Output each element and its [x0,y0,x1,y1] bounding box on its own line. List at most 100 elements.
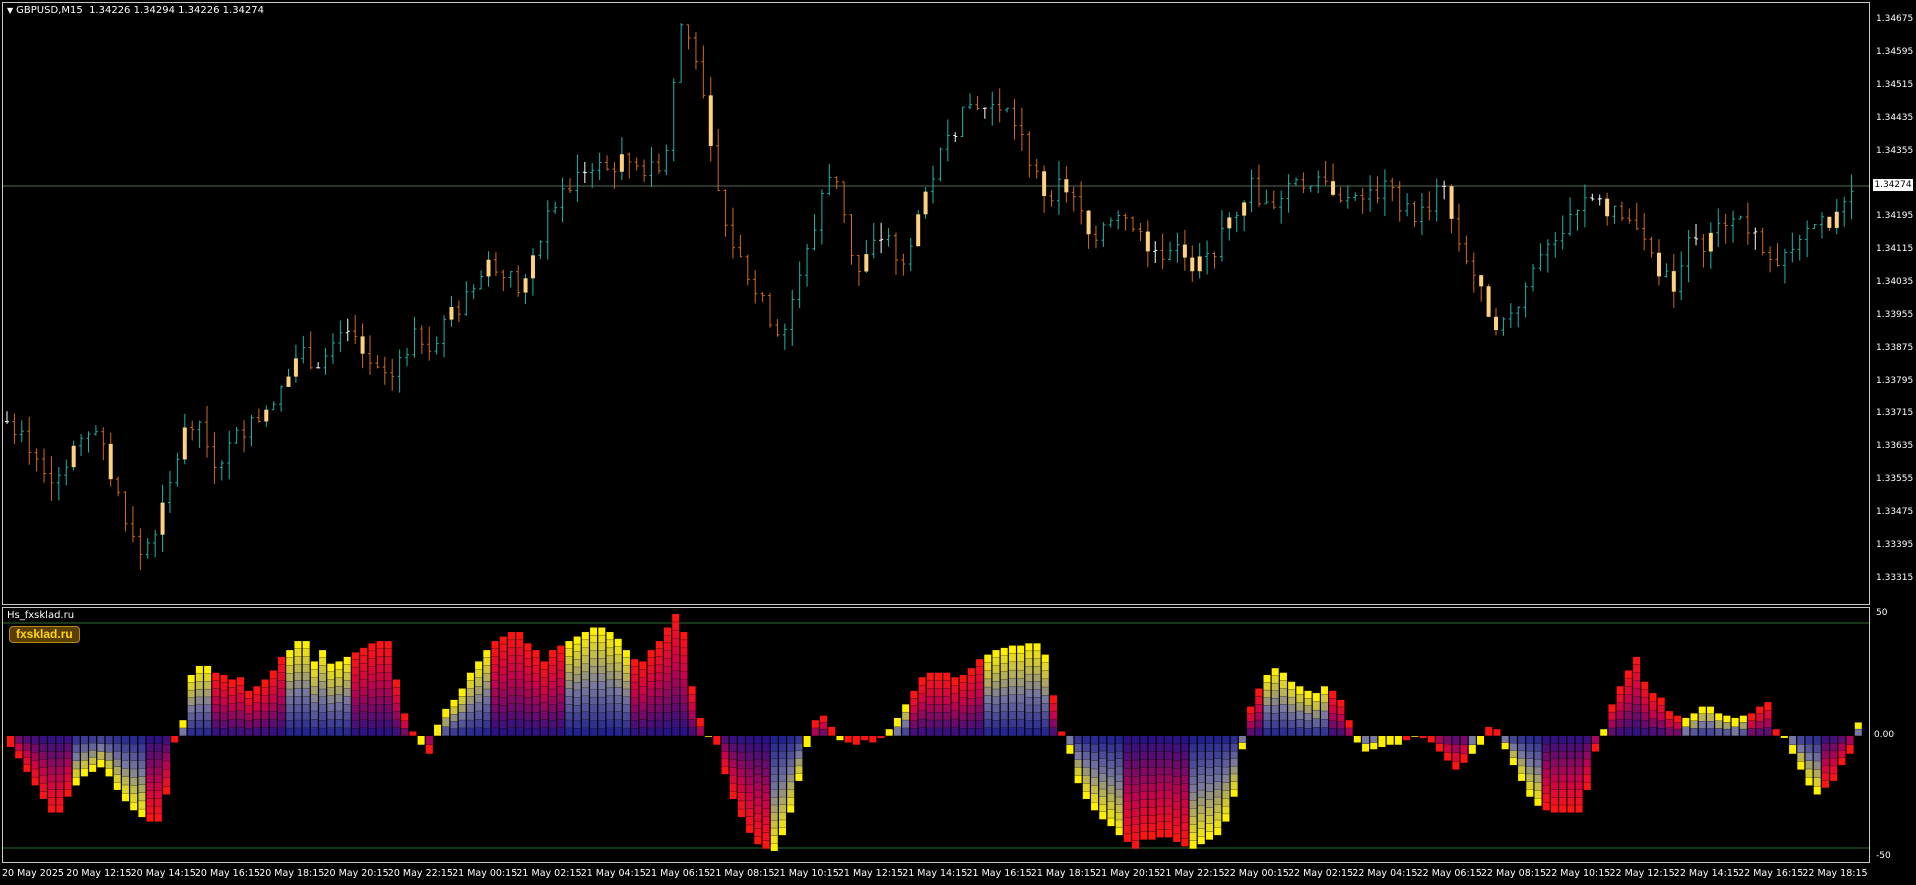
price-tick-label: 1.34675 [1876,14,1914,25]
indicator-bar-segment [573,720,581,729]
indicator-bar-segment [984,679,992,687]
indicator-bar-segment [1197,821,1205,829]
indicator-bar-segment [56,743,64,752]
candle-body [1197,256,1202,272]
indicator-bar-segment [918,727,926,736]
indicator-bar-segment [113,751,121,759]
indicator-bar-segment [1033,697,1041,705]
indicator-bar-segment [64,789,72,797]
chart-menu-triangle-icon[interactable]: ▼ [7,6,13,15]
indicator-bar-segment [1665,711,1673,720]
indicator-bar-segment [31,760,39,769]
indicator-bar-segment [590,705,598,713]
indicator-bar-segment [269,727,277,736]
indicator-bar-segment [245,690,253,699]
indicator-bar-segment [549,665,557,674]
indicator-bar-segment [1485,726,1493,736]
indicator-bar-segment [507,672,515,680]
indicator-chart[interactable] [3,608,1869,862]
indicator-bar-segment [491,712,499,720]
indicator-bar-segment [294,704,302,712]
indicator-bar-segment [1263,728,1271,736]
indicator-bar-segment [639,711,647,720]
indicator-bar-segment [1115,820,1123,828]
time-axis[interactable]: 20 May 2025 20 May 12:15 20 May 14:15 20 Ma… [0,866,1872,885]
indicator-bar-segment [1723,722,1731,729]
indicator-bar-segment [458,712,466,720]
candle-body [1190,257,1195,272]
indicator-bar-segment [573,667,581,675]
indicator-bar-segment [984,703,992,712]
indicator-bar-segment [1230,789,1238,797]
indicator-bar-segment [1197,782,1205,790]
indicator-bar-segment [992,681,1000,689]
indicator-bar-segment [1805,736,1813,744]
indicator-bar-segment [959,682,967,690]
indicator-bar-segment [1148,775,1156,784]
indicator-bar-segment [458,688,466,697]
indicator-bar-segment [1140,791,1148,800]
indicator-bar-segment [524,697,532,705]
indicator-bar-segment [1008,727,1016,736]
indicator-bar-segment [1123,801,1131,810]
indicator-bar-segment [253,727,261,736]
indicator-bar-segment [1583,759,1591,767]
indicator-bar-segment [1156,829,1164,838]
indicator-bar-segment [368,689,376,698]
indicator-bar-segment [302,720,310,728]
indicator-bar-segment [688,702,696,711]
indicator-bar-segment [1550,797,1558,805]
indicator-bar-segment [1091,785,1099,794]
indicator-bar-segment [631,682,639,690]
indicator-bar-segment [680,696,688,704]
indicator-bar-segment [286,720,294,728]
indicator-bar-segment [935,712,943,720]
indicator-bar-segment [1362,743,1370,752]
time-tick-label: 21 May 06:15 [645,868,711,879]
indicator-bar-segment [1099,812,1107,820]
main-chart-window[interactable]: ▼ GBPUSD,M15 1.34226 1.34294 1.34226 1.34… [2,2,1870,605]
indicator-bar-segment [606,664,614,672]
indicator-bar-segment [696,726,704,736]
indicator-bar-segment [269,695,277,703]
indicator-bar-segment [1206,807,1214,816]
indicator-bar-segment [351,659,359,668]
indicator-bar-segment [770,759,778,767]
indicator-bar-segment [491,656,499,665]
indicator-bar-segment [23,764,31,772]
indicator-bar-segment [1255,696,1263,705]
indicator-bar-segment [138,801,146,809]
indicator-bar-segment [746,792,754,801]
indicator-bar-segment [778,797,786,805]
indicator-bar-segment [1008,678,1016,687]
indicator-bar-segment [1575,797,1583,805]
indicator-bar-segment [1764,719,1772,728]
indicator-bar-segment [1271,713,1279,721]
price-axis[interactable]: 1.346751.345951.345151.344351.343551.342… [1872,0,1916,885]
indicator-bar-segment [647,650,655,658]
indicator-bar-segment [483,681,491,689]
indicator-bar-segment [228,719,236,728]
indicator-bar-segment [1082,791,1090,799]
indicator-bar-segment [253,686,261,695]
indicator-bar-segment [524,658,532,667]
indicator-bar-segment [622,728,630,736]
indicator-bar-segment [1164,751,1172,760]
indicator-bar-segment [1435,736,1443,744]
indicator-bar-segment [1197,759,1205,767]
indicator-bar-segment [1279,704,1287,712]
indicator-bar-segment [458,728,466,736]
price-chart[interactable] [3,3,1869,604]
indicator-bar-segment [524,674,532,682]
indicator-bar-segment [1706,706,1714,714]
indicator-bar-segment [647,728,655,736]
indicator-bar-segment [729,775,737,784]
indicator-window[interactable]: Hs_fxsklad.ru fxsklad.ru [2,607,1870,863]
indicator-bar-segment [1501,736,1509,743]
indicator-bar-segment [499,636,507,644]
indicator-bar-segment [294,680,302,689]
indicator-bar-segment [466,696,474,705]
indicator-bar-segment [1263,713,1271,721]
indicator-bar-segment [1255,728,1263,736]
indicator-bar-segment [1821,736,1829,744]
